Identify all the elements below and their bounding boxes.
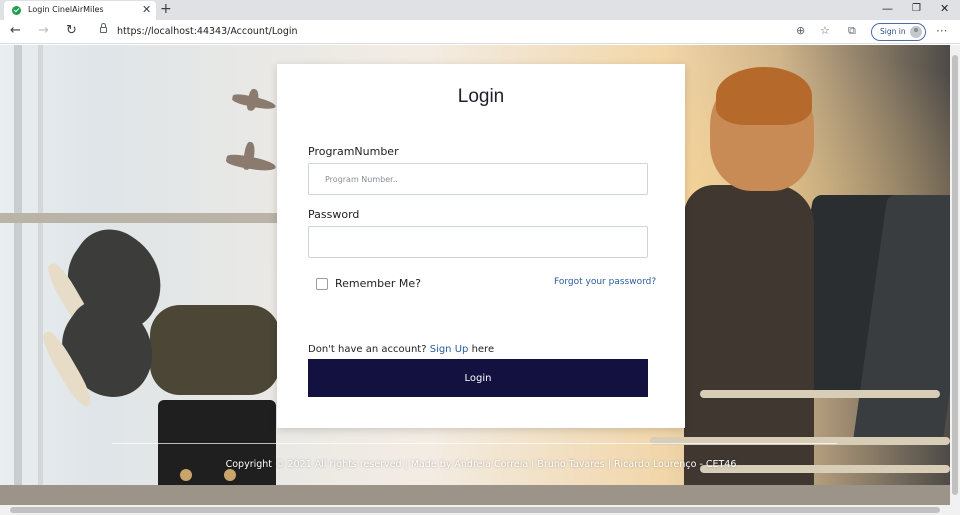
browser-sign-in-button[interactable]: Sign in <box>871 23 926 41</box>
vertical-scrollbar-thumb[interactable] <box>952 55 958 495</box>
background-legs <box>150 305 280 395</box>
browser-tab[interactable]: Login CinelAirMiles ✕ <box>4 1 156 20</box>
password-label: Password <box>308 208 360 221</box>
forward-arrow-icon[interactable]: → <box>38 23 49 39</box>
password-input[interactable] <box>308 226 648 258</box>
profile-avatar-icon <box>910 26 922 38</box>
site-favicon-icon <box>12 6 21 15</box>
vertical-scrollbar[interactable] <box>950 45 960 505</box>
signup-link[interactable]: Sign Up <box>430 344 469 355</box>
login-card: Login ProgramNumber Password Remember Me… <box>277 64 685 428</box>
background-window-frame <box>14 45 22 505</box>
horizontal-scrollbar-thumb[interactable] <box>10 507 940 513</box>
background-airplane-wing <box>245 88 261 112</box>
program-number-input[interactable] <box>308 163 648 195</box>
remember-me-label[interactable]: Remember Me? <box>335 277 421 290</box>
url-text[interactable]: https://localhost:44343/Account/Login <box>117 26 298 37</box>
background-window-frame <box>38 45 43 505</box>
horizontal-scrollbar[interactable] <box>0 505 960 515</box>
background-armrest <box>700 390 940 398</box>
signup-prompt-suffix: here <box>471 344 495 355</box>
window-close-icon[interactable]: ✕ <box>940 1 949 17</box>
tab-close-icon[interactable]: ✕ <box>142 3 151 17</box>
lock-icon[interactable] <box>100 23 107 33</box>
browser-tab-strip: Login CinelAirMiles ✕ + — ❐ ✕ <box>0 0 960 20</box>
address-bar[interactable]: https://localhost:44343/Account/Login <box>92 22 838 42</box>
background-suitcase-wheel <box>180 469 192 481</box>
browser-toolbar: ← → ↻ https://localhost:44343/Account/Lo… <box>0 20 960 44</box>
minimize-icon[interactable]: — <box>882 1 893 17</box>
tab-title: Login CinelAirMiles <box>28 5 104 14</box>
program-number-label: ProgramNumber <box>308 145 399 158</box>
background-suitcase-wheel <box>224 469 236 481</box>
signup-prompt-prefix: Don't have an account? <box>308 344 427 355</box>
background-man-hair <box>716 67 812 125</box>
maximize-icon[interactable]: ❐ <box>912 1 921 17</box>
reload-icon[interactable]: ↻ <box>66 23 77 39</box>
more-menu-icon[interactable]: ··· <box>936 24 947 38</box>
login-button[interactable]: Login <box>308 359 648 397</box>
footer-divider <box>112 443 837 444</box>
new-tab-icon[interactable]: + <box>160 1 172 17</box>
footer-copyright: Copyright © 2021 All rights reserved | M… <box>225 459 737 470</box>
sign-in-label: Sign in <box>880 27 906 36</box>
remember-me-checkbox[interactable] <box>316 278 328 290</box>
background-floor <box>0 485 950 505</box>
favorite-star-icon[interactable]: ☆ <box>820 24 830 38</box>
read-aloud-icon[interactable]: ⊕ <box>796 24 805 38</box>
collections-icon[interactable]: ⧉ <box>848 24 856 38</box>
signup-prompt: Don't have an account? Sign Up here <box>308 344 494 355</box>
login-title: Login <box>457 86 505 107</box>
back-arrow-icon[interactable]: ← <box>10 23 21 39</box>
forgot-password-link[interactable]: Forgot your password? <box>554 277 656 287</box>
